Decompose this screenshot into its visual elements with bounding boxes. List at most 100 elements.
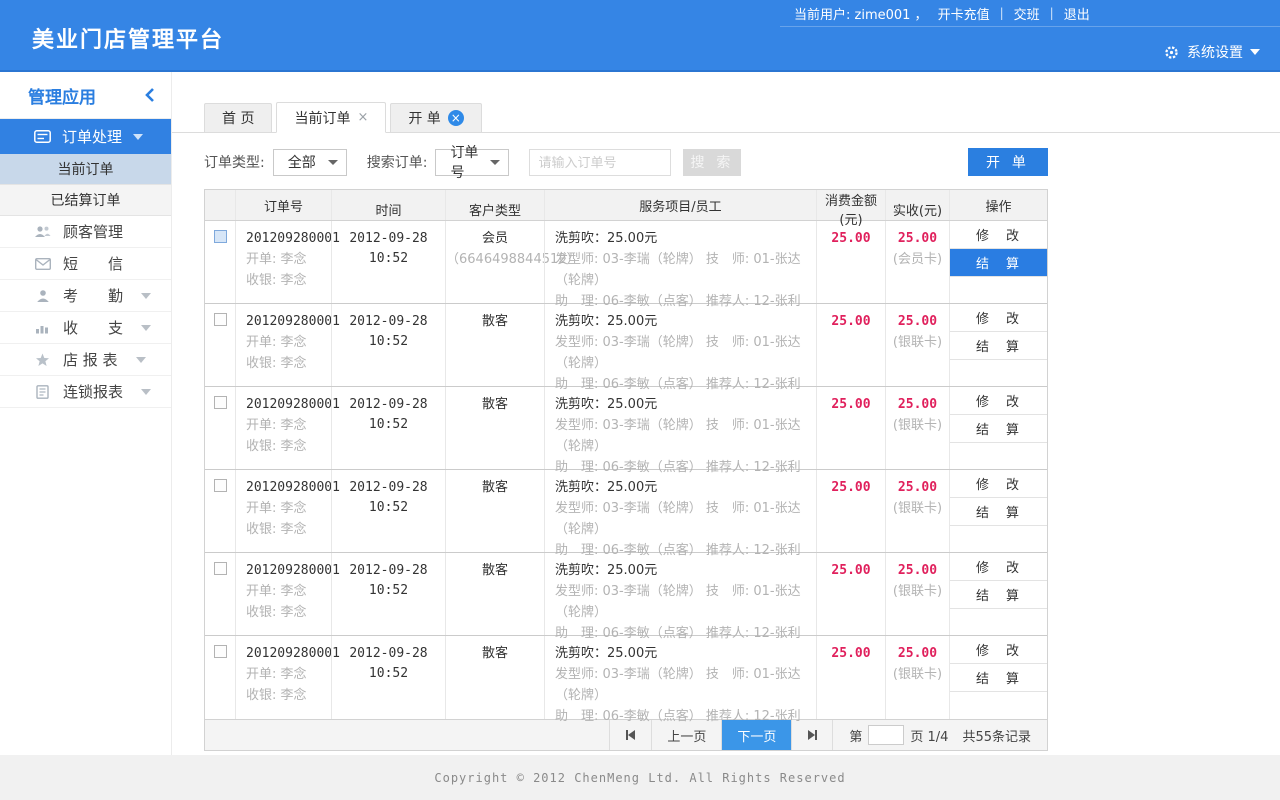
chevron-down-icon — [141, 325, 151, 331]
current-user-label: 当前用户: zime001 ， — [794, 4, 928, 23]
pay-method: (银联卡) — [886, 415, 949, 436]
cashier: 收银: 李念 — [246, 602, 331, 623]
order-number: 201209280001 — [246, 478, 331, 498]
search-input[interactable] — [529, 149, 671, 176]
sidebar-item-label: 考 勤 — [63, 285, 123, 306]
edit-button[interactable]: 修 改 — [950, 304, 1047, 332]
divider: | — [1050, 6, 1054, 20]
settle-button[interactable]: 结 算 — [950, 664, 1047, 692]
pay-method: (银联卡) — [886, 581, 949, 602]
action-spacer — [950, 609, 1047, 635]
row-checkbox[interactable] — [214, 562, 227, 575]
filter-bar: 订单类型: 全部 搜索订单: 订单号 搜 索 开 单 — [204, 148, 1048, 176]
page-number-input[interactable] — [868, 725, 904, 745]
tab-label: 开 单 — [408, 108, 440, 128]
next-page-button[interactable]: 下一页 — [721, 720, 791, 750]
sidebar-item-order-processing[interactable]: 订单处理 — [0, 119, 171, 154]
pay-method: (银联卡) — [886, 498, 949, 519]
first-page-icon — [628, 730, 635, 740]
prev-page-button[interactable]: 上一页 — [651, 720, 721, 750]
consume-amount: 25.00 — [817, 312, 885, 332]
collapse-icon[interactable] — [145, 88, 155, 102]
col-actions: 操作 — [949, 190, 1047, 220]
row-checkbox[interactable] — [214, 645, 227, 658]
order-type-select[interactable]: 全部 — [273, 149, 347, 176]
service-item: 洗剪吹：25.00元 — [555, 312, 816, 332]
edit-button[interactable]: 修 改 — [950, 553, 1047, 581]
close-icon[interactable]: × — [448, 110, 464, 126]
sidebar-item-settled-orders[interactable]: 已结算订单 — [0, 185, 171, 216]
tab-open-order[interactable]: 开 单 × — [390, 103, 481, 132]
table-row: 201209280001 开单: 李念 收银: 李念 2012-09-28 10… — [205, 304, 1047, 387]
last-page-icon — [815, 730, 817, 740]
search-button[interactable]: 搜 索 — [683, 149, 741, 176]
page: 当前用户: zime001 ， 开卡充值 | 交班 | 退出 美业门店管理平台 … — [0, 0, 1280, 800]
chevron-down-icon — [141, 293, 151, 299]
pagination-buttons: 上一页 下一页 — [609, 720, 833, 750]
copyright-text: Copyright © 2012 ChenMeng Ltd. All Right… — [434, 771, 845, 785]
page-title: 美业门店管理平台 — [32, 22, 224, 54]
order-number: 201209280001 — [246, 395, 331, 415]
edit-button[interactable]: 修 改 — [950, 221, 1047, 249]
topup-link[interactable]: 开卡充值 — [938, 4, 990, 23]
settle-button[interactable]: 结 算 — [950, 498, 1047, 526]
row-checkbox[interactable] — [214, 479, 227, 492]
sidebar-item-current-orders[interactable]: 当前订单 — [0, 154, 171, 185]
search-order-label: 搜索订单: — [367, 152, 428, 172]
close-icon[interactable]: × — [357, 110, 368, 125]
tab-home[interactable]: 首 页 — [204, 103, 272, 132]
consume-amount: 25.00 — [817, 395, 885, 415]
sidebar-item-sms[interactable]: 短 信 — [0, 248, 171, 280]
settle-button[interactable]: 结 算 — [950, 415, 1047, 443]
consume-amount: 25.00 — [817, 561, 885, 581]
opened-by: 开单: 李念 — [246, 664, 331, 685]
edit-button[interactable]: 修 改 — [950, 470, 1047, 498]
row-checkbox[interactable] — [214, 313, 227, 326]
tab-current-orders[interactable]: 当前订单 × — [276, 102, 386, 133]
star-icon — [34, 351, 51, 368]
sidebar-item-label: 短 信 — [63, 253, 123, 274]
pay-method: (银联卡) — [886, 332, 949, 353]
sidebar-item-customer-management[interactable]: 顾客管理 — [0, 216, 171, 248]
sidebar-item-income-expense[interactable]: 收 支 — [0, 312, 171, 344]
opened-by: 开单: 李念 — [246, 249, 331, 270]
customer-type: 散客 — [446, 561, 544, 581]
last-page-button[interactable] — [791, 720, 833, 750]
col-received: 实收(元) — [885, 190, 949, 220]
pay-method: (银联卡) — [886, 664, 949, 685]
row-checkbox[interactable] — [214, 230, 227, 243]
received-amount: 25.00 — [886, 395, 949, 415]
row-checkbox[interactable] — [214, 396, 227, 409]
order-number: 201209280001 — [246, 644, 331, 664]
table-row: 201209280001 开单: 李念 收银: 李念 2012-09-28 10… — [205, 636, 1047, 719]
table-row: 201209280001 开单: 李念 收银: 李念 2012-09-28 10… — [205, 553, 1047, 636]
open-order-button[interactable]: 开 单 — [968, 148, 1048, 176]
edit-button[interactable]: 修 改 — [950, 636, 1047, 664]
system-settings-menu[interactable]: 系统设置 — [1163, 42, 1260, 62]
received-amount: 25.00 — [886, 478, 949, 498]
first-page-button[interactable] — [609, 720, 651, 750]
sidebar-item-chain-report[interactable]: 连锁报表 — [0, 376, 171, 408]
staff-line: 发型师: 03-李瑞（轮牌） 技 师: 01-张达（轮牌） — [555, 249, 816, 291]
cashier: 收银: 李念 — [246, 436, 331, 457]
search-field-select[interactable]: 订单号 — [435, 149, 509, 176]
sidebar-item-label: 连锁报表 — [63, 381, 123, 402]
opened-by: 开单: 李念 — [246, 581, 331, 602]
sidebar-item-attendance[interactable]: 考 勤 — [0, 280, 171, 312]
opened-by: 开单: 李念 — [246, 498, 331, 519]
settle-button[interactable]: 结 算 — [950, 332, 1047, 360]
table-header: 订单号 时间 客户类型 服务项目/员工 消费金额(元) 实收(元) 操作 — [205, 190, 1047, 221]
last-page-icon — [808, 730, 815, 740]
table-body: 201209280001 开单: 李念 收银: 李念 2012-09-28 10… — [205, 221, 1047, 719]
divider: | — [1000, 6, 1004, 20]
service-item: 洗剪吹：25.00元 — [555, 561, 816, 581]
received-amount: 25.00 — [886, 229, 949, 249]
edit-button[interactable]: 修 改 — [950, 387, 1047, 415]
settings-label: 系统设置 — [1187, 42, 1243, 62]
settle-button[interactable]: 结 算 — [950, 249, 1047, 277]
settle-button[interactable]: 结 算 — [950, 581, 1047, 609]
shift-link[interactable]: 交班 — [1014, 4, 1040, 23]
sidebar-item-store-report[interactable]: 店 报 表 — [0, 344, 171, 376]
bar-chart-icon — [34, 319, 51, 336]
logout-link[interactable]: 退出 — [1064, 4, 1090, 23]
